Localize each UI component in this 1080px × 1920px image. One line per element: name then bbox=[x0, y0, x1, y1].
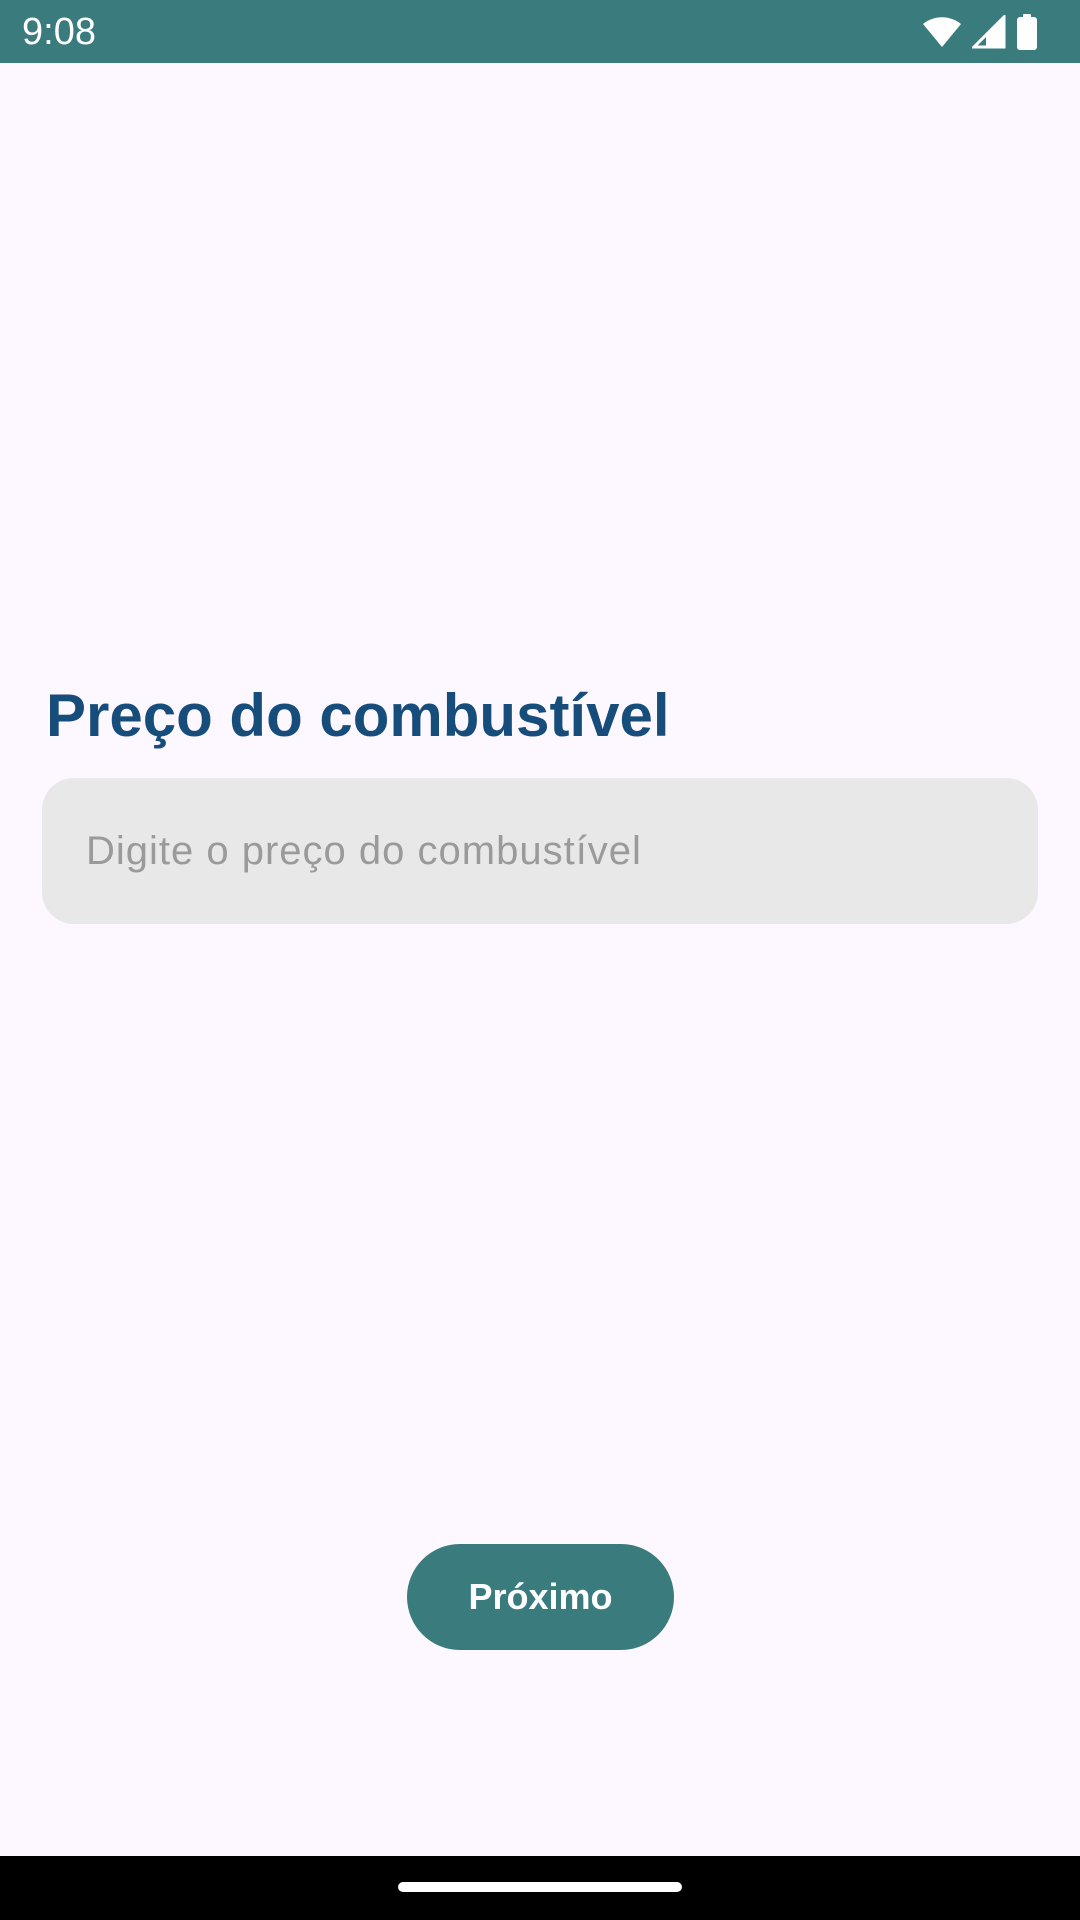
navigation-bar bbox=[0, 1856, 1080, 1920]
app-screen: 9:08 Preço do combustível Digite o preço… bbox=[0, 0, 1080, 1920]
battery-icon bbox=[1016, 14, 1038, 50]
page-title: Preço do combustível bbox=[46, 682, 670, 749]
home-indicator[interactable] bbox=[398, 1882, 682, 1892]
next-button[interactable]: Próximo bbox=[407, 1544, 674, 1650]
fuel-price-input[interactable] bbox=[42, 778, 1038, 924]
status-bar: 9:08 bbox=[0, 0, 1080, 63]
wifi-icon bbox=[922, 16, 962, 48]
status-icons bbox=[922, 12, 1038, 52]
status-time: 9:08 bbox=[22, 11, 96, 53]
signal-icon bbox=[972, 15, 1006, 49]
